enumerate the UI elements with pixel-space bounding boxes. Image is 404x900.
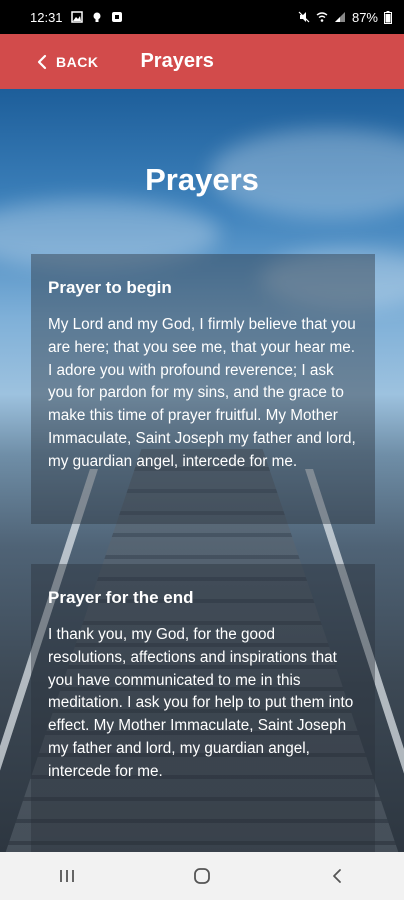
- system-nav-bar: [0, 852, 404, 900]
- prayer-text: My Lord and my God, I firmly believe tha…: [48, 316, 356, 470]
- home-icon: [194, 868, 210, 884]
- signal-icon: [334, 12, 345, 22]
- app-bar-title: Prayers: [140, 50, 214, 72]
- prayer-card: Prayer to begin My Lord and my God, I fi…: [31, 254, 375, 524]
- nav-back-button[interactable]: [317, 856, 357, 896]
- prayer-title: Prayer for the end: [48, 588, 194, 607]
- back-label: BACK: [56, 53, 99, 70]
- recents-icon: [60, 870, 75, 882]
- home-button[interactable]: [182, 856, 222, 896]
- chevron-left-icon: [37, 54, 47, 69]
- gallery-icon: [70, 11, 83, 23]
- status-bar: 12:31 87%: [0, 0, 404, 34]
- nav-back-icon: [332, 869, 341, 883]
- battery-icon: [384, 10, 392, 24]
- bulb-icon: [93, 12, 101, 22]
- recents-button[interactable]: [47, 856, 87, 896]
- wifi-icon: [316, 12, 328, 22]
- app-bar: BACK Prayers: [0, 34, 404, 89]
- mute-icon: [298, 11, 310, 23]
- app-notification-icon: [111, 12, 122, 22]
- content-area[interactable]: Prayers Prayer to begin My Lord and my G…: [0, 89, 404, 852]
- prayer-text: I thank you, my God, for the good resolu…: [48, 626, 354, 780]
- status-time: 12:31: [30, 9, 63, 25]
- prayer-title: Prayer to begin: [48, 278, 172, 297]
- battery-level: 87%: [351, 9, 378, 25]
- back-button[interactable]: BACK: [36, 54, 98, 70]
- prayer-card: Prayer for the end I thank you, my God, …: [31, 564, 375, 852]
- page-title: Prayers: [145, 162, 259, 197]
